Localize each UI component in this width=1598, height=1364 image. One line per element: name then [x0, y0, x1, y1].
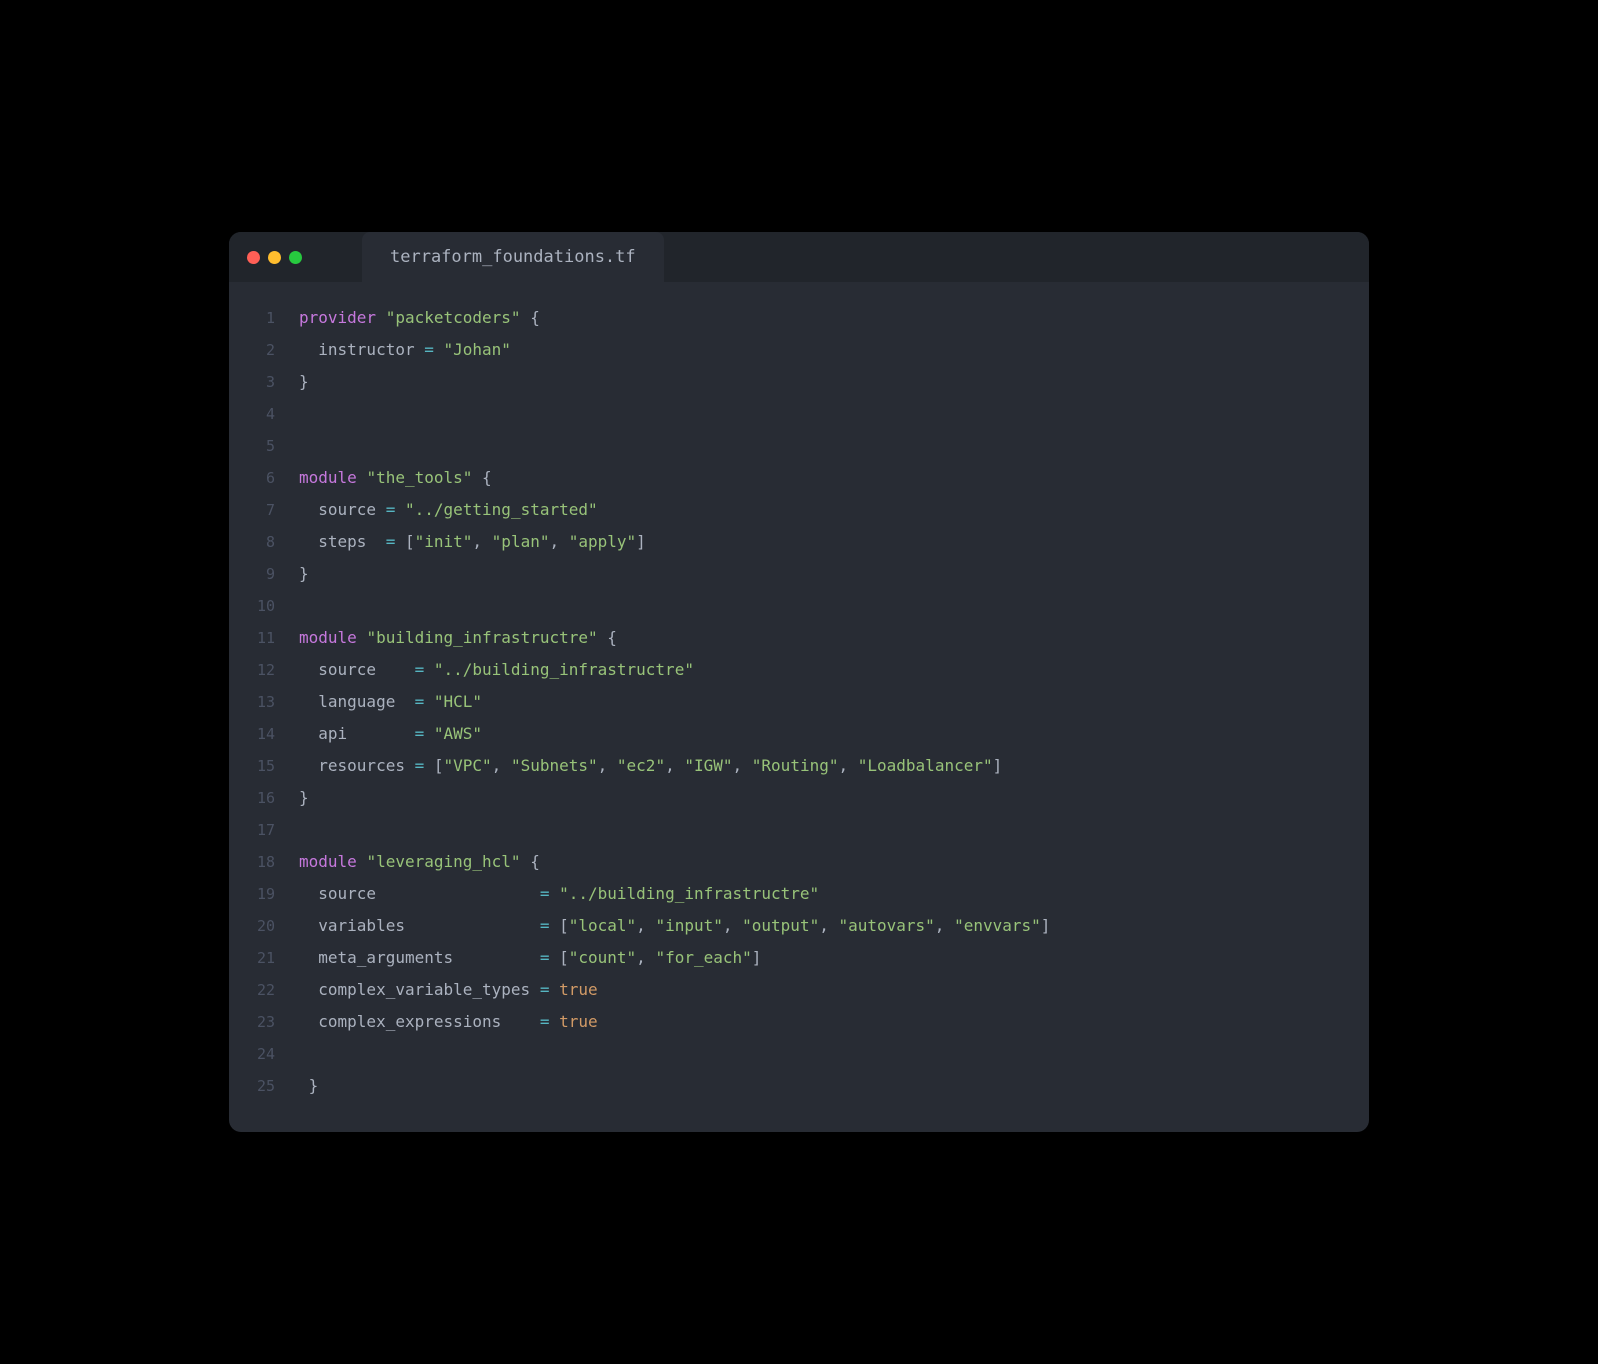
code-content: source = "../building_infrastructre"	[299, 654, 694, 686]
code-line: 10	[229, 590, 1369, 622]
code-line: 1 provider "packetcoders" {	[229, 302, 1369, 334]
code-content: language = "HCL"	[299, 686, 482, 718]
line-number: 16	[229, 782, 299, 814]
code-line: 15 resources = ["VPC", "Subnets", "ec2",…	[229, 750, 1369, 782]
code-content: instructor = "Johan"	[299, 334, 511, 366]
line-number: 6	[229, 462, 299, 494]
code-content: }	[299, 782, 309, 814]
code-content: }	[299, 558, 309, 590]
line-number: 7	[229, 494, 299, 526]
line-number: 8	[229, 526, 299, 558]
tab-filename: terraform_foundations.tf	[390, 247, 636, 267]
line-number: 15	[229, 750, 299, 782]
code-line: 3 }	[229, 366, 1369, 398]
code-line: 13 language = "HCL"	[229, 686, 1369, 718]
line-number: 1	[229, 302, 299, 334]
code-content: source = "../getting_started"	[299, 494, 598, 526]
line-number: 20	[229, 910, 299, 942]
code-content: source = "../building_infrastructre"	[299, 878, 819, 910]
code-line: 4	[229, 398, 1369, 430]
maximize-icon[interactable]	[289, 251, 302, 264]
code-content: steps = ["init", "plan", "apply"]	[299, 526, 646, 558]
line-number: 18	[229, 846, 299, 878]
close-icon[interactable]	[247, 251, 260, 264]
code-line: 22 complex_variable_types = true	[229, 974, 1369, 1006]
editor-window: terraform_foundations.tf 1 provider "pac…	[229, 232, 1369, 1132]
line-number: 19	[229, 878, 299, 910]
line-number: 25	[229, 1070, 299, 1102]
code-editor[interactable]: 1 provider "packetcoders" { 2 instructor…	[229, 282, 1369, 1132]
code-line: 7 source = "../getting_started"	[229, 494, 1369, 526]
code-line: 20 variables = ["local", "input", "outpu…	[229, 910, 1369, 942]
code-content: }	[299, 366, 309, 398]
code-content: variables = ["local", "input", "output",…	[299, 910, 1050, 942]
code-line: 17	[229, 814, 1369, 846]
code-line: 9 }	[229, 558, 1369, 590]
code-line: 12 source = "../building_infrastructre"	[229, 654, 1369, 686]
code-line: 14 api = "AWS"	[229, 718, 1369, 750]
code-content: complex_expressions = true	[299, 1006, 598, 1038]
code-content: }	[299, 1070, 318, 1102]
line-number: 9	[229, 558, 299, 590]
line-number: 10	[229, 590, 299, 622]
line-number: 17	[229, 814, 299, 846]
code-line: 6 module "the_tools" {	[229, 462, 1369, 494]
line-number: 3	[229, 366, 299, 398]
line-number: 24	[229, 1038, 299, 1070]
code-line: 5	[229, 430, 1369, 462]
code-line: 21 meta_arguments = ["count", "for_each"…	[229, 942, 1369, 974]
code-line: 8 steps = ["init", "plan", "apply"]	[229, 526, 1369, 558]
code-line: 24	[229, 1038, 1369, 1070]
code-content: complex_variable_types = true	[299, 974, 598, 1006]
code-content: meta_arguments = ["count", "for_each"]	[299, 942, 761, 974]
line-number: 11	[229, 622, 299, 654]
titlebar: terraform_foundations.tf	[229, 232, 1369, 282]
code-line: 19 source = "../building_infrastructre"	[229, 878, 1369, 910]
line-number: 22	[229, 974, 299, 1006]
line-number: 13	[229, 686, 299, 718]
code-content: module "the_tools" {	[299, 462, 492, 494]
line-number: 21	[229, 942, 299, 974]
code-line: 2 instructor = "Johan"	[229, 334, 1369, 366]
file-tab[interactable]: terraform_foundations.tf	[362, 232, 664, 282]
window-controls	[247, 251, 302, 264]
line-number: 2	[229, 334, 299, 366]
line-number: 5	[229, 430, 299, 462]
line-number: 23	[229, 1006, 299, 1038]
line-number: 4	[229, 398, 299, 430]
code-content: api = "AWS"	[299, 718, 482, 750]
code-content: resources = ["VPC", "Subnets", "ec2", "I…	[299, 750, 1002, 782]
code-line: 23 complex_expressions = true	[229, 1006, 1369, 1038]
code-content: module "building_infrastructre" {	[299, 622, 617, 654]
code-content: module "leveraging_hcl" {	[299, 846, 540, 878]
line-number: 14	[229, 718, 299, 750]
minimize-icon[interactable]	[268, 251, 281, 264]
code-content: provider "packetcoders" {	[299, 302, 540, 334]
code-line: 11 module "building_infrastructre" {	[229, 622, 1369, 654]
code-line: 25 }	[229, 1070, 1369, 1102]
code-line: 16 }	[229, 782, 1369, 814]
code-line: 18 module "leveraging_hcl" {	[229, 846, 1369, 878]
line-number: 12	[229, 654, 299, 686]
